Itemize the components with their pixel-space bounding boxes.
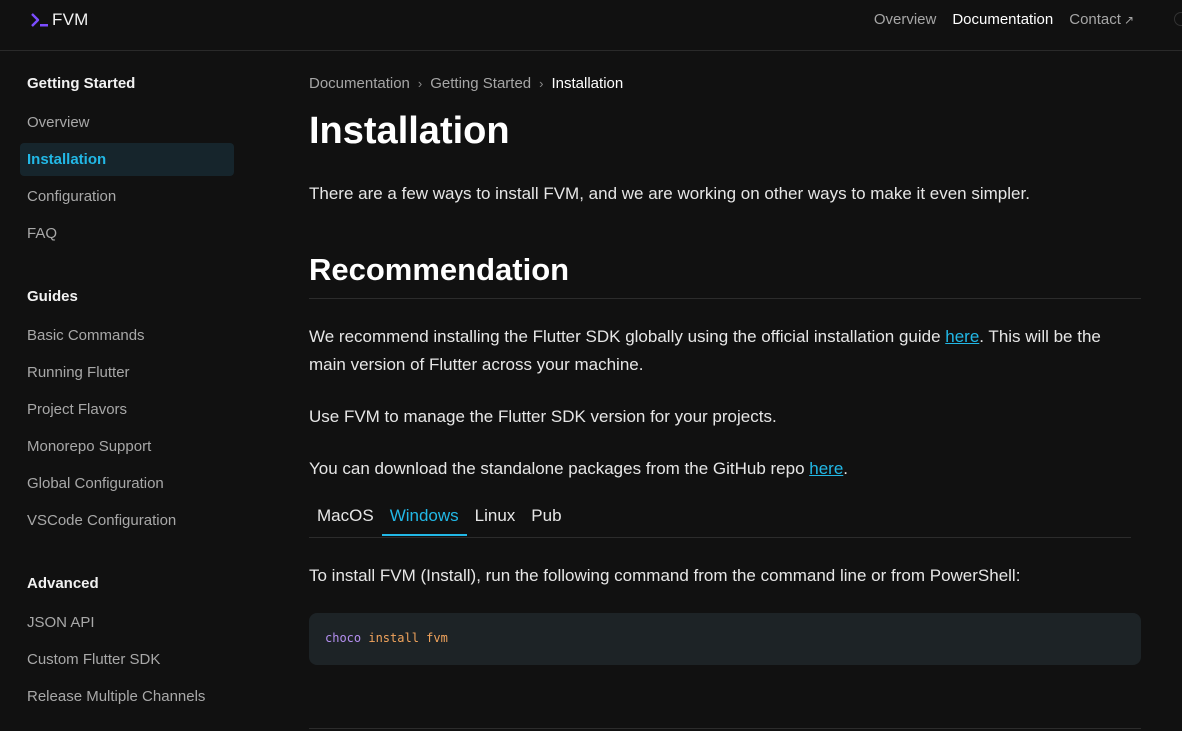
official-guide-link[interactable]: here bbox=[945, 327, 979, 346]
sidebar-item-configuration[interactable]: Configuration bbox=[20, 180, 234, 213]
sidebar-item-installation[interactable]: Installation bbox=[20, 143, 234, 176]
tab-linux[interactable]: Linux bbox=[467, 503, 524, 536]
chevron-right-icon: › bbox=[417, 76, 423, 91]
nav-contact-link[interactable]: Contact ↗ bbox=[1069, 11, 1134, 28]
sidebar-item-overview[interactable]: Overview bbox=[20, 106, 234, 139]
sidebar-item-faq[interactable]: FAQ bbox=[20, 217, 234, 250]
sidebar-section-guides: Guides bbox=[27, 288, 78, 305]
download-paragraph: You can download the standalone packages… bbox=[309, 455, 848, 483]
download-text: You can download the standalone packages… bbox=[309, 459, 810, 478]
sidebar-item-release-multiple-channels[interactable]: Release Multiple Channels bbox=[20, 680, 234, 713]
breadcrumb: Documentation › Getting Started › Instal… bbox=[309, 75, 623, 92]
download-text-end: . bbox=[843, 459, 849, 478]
sidebar-section-advanced: Advanced bbox=[27, 575, 99, 592]
tab-macos[interactable]: MacOS bbox=[309, 503, 382, 536]
section-divider bbox=[309, 298, 1141, 299]
rec-text-3: main version of Flutter across your mach… bbox=[309, 355, 644, 374]
breadcrumb-documentation[interactable]: Documentation bbox=[309, 75, 410, 92]
search-icon[interactable] bbox=[1174, 12, 1182, 26]
rec-text-1: We recommend installing the Flutter SDK … bbox=[309, 327, 946, 346]
chevron-right-icon: › bbox=[539, 76, 544, 91]
top-navbar: FVM Overview Documentation Contact ↗ bbox=[0, 0, 1182, 51]
os-tabs: MacOS Windows Linux Pub bbox=[309, 503, 1131, 538]
sidebar-item-running-flutter[interactable]: Running Flutter bbox=[20, 356, 234, 389]
code-command: choco bbox=[325, 631, 362, 645]
nav-overview-link[interactable]: Overview bbox=[874, 11, 937, 28]
sidebar-item-custom-flutter-sdk[interactable]: Custom Flutter SDK bbox=[20, 643, 234, 676]
section-title-recommendation: Recommendation bbox=[309, 252, 570, 287]
top-nav: Overview Documentation Contact ↗ bbox=[874, 11, 1134, 28]
sidebar-section-getting-started: Getting Started bbox=[27, 75, 136, 92]
tab-pub[interactable]: Pub bbox=[523, 503, 569, 536]
code-block[interactable]: choco install fvm bbox=[309, 613, 1141, 665]
rec-text-2: . This will be the bbox=[979, 327, 1101, 346]
github-repo-link[interactable]: here bbox=[809, 459, 843, 478]
sidebar-item-basic-commands[interactable]: Basic Commands bbox=[20, 319, 234, 352]
brand-logo-link[interactable]: FVM bbox=[30, 10, 88, 30]
recommendation-paragraph: We recommend installing the Flutter SDK … bbox=[309, 323, 1141, 379]
fvm-usage-paragraph: Use FVM to manage the Flutter SDK versio… bbox=[309, 407, 777, 426]
breadcrumb-getting-started[interactable]: Getting Started bbox=[430, 75, 531, 92]
nav-contact-label: Contact bbox=[1069, 11, 1121, 28]
tab-windows[interactable]: Windows bbox=[381, 503, 467, 536]
content-bottom-divider bbox=[309, 728, 1141, 729]
sidebar-item-vscode-configuration[interactable]: VSCode Configuration bbox=[20, 504, 234, 537]
external-link-icon: ↗ bbox=[1123, 13, 1134, 27]
brand-name: FVM bbox=[52, 10, 89, 29]
sidebar-item-project-flavors[interactable]: Project Flavors bbox=[20, 393, 234, 426]
page-title: Installation bbox=[309, 110, 510, 152]
nav-documentation-link[interactable]: Documentation bbox=[952, 11, 1053, 28]
sidebar-item-json-api[interactable]: JSON API bbox=[20, 606, 234, 639]
install-instruction: To install FVM (Install), run the follow… bbox=[309, 566, 1021, 585]
terminal-prompt-icon bbox=[30, 10, 50, 30]
sidebar-item-monorepo-support[interactable]: Monorepo Support bbox=[20, 430, 234, 463]
breadcrumb-current: Installation bbox=[551, 75, 624, 92]
intro-paragraph: There are a few ways to install FVM, and… bbox=[309, 184, 1030, 203]
code-args: install fvm bbox=[368, 631, 448, 645]
sidebar-item-global-configuration[interactable]: Global Configuration bbox=[20, 467, 234, 500]
